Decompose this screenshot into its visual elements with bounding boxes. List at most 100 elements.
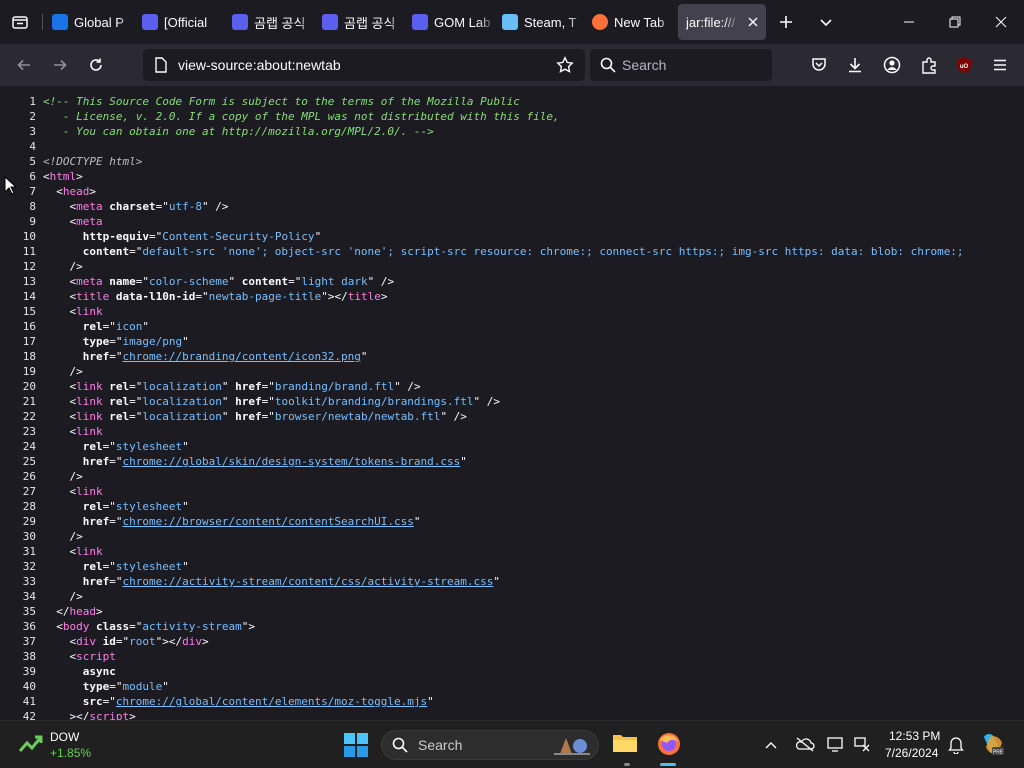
source-code: /> [43, 529, 82, 544]
tab-6[interactable]: Steam, T [502, 4, 586, 40]
line-number: 33 [22, 575, 36, 588]
display-icon[interactable] [827, 736, 845, 757]
new-tab-button[interactable] [774, 10, 798, 34]
forward-arrow-icon[interactable] [48, 53, 72, 77]
source-token [43, 455, 83, 468]
source-token: link [76, 395, 103, 408]
source-line: 27 <link [0, 484, 1024, 499]
source-code: <head> [43, 184, 96, 199]
minimize-button[interactable] [886, 0, 932, 44]
tab-7[interactable]: New Tab [592, 4, 676, 40]
tab-3[interactable]: 곰랩 공식 [232, 4, 316, 40]
line-number: 32 [22, 560, 36, 573]
back-arrow-icon[interactable] [12, 53, 36, 77]
notification-bell-icon[interactable] [948, 736, 964, 759]
pocket-icon[interactable] [807, 53, 831, 77]
source-view: 1 <!-- This Source Code Form is subject t… [0, 86, 1024, 720]
source-code: rel="icon" [43, 319, 149, 334]
source-token: data-l10n-id [115, 290, 196, 303]
windows-start-icon[interactable] [344, 733, 368, 762]
source-code: http-equiv="Content-Security-Policy" [43, 229, 321, 244]
tab-title: jar:file:/// [686, 14, 736, 30]
source-token: " [182, 500, 189, 513]
url-bar[interactable]: view-source:about:newtab [143, 49, 585, 81]
line-number: 41 [22, 695, 36, 708]
clock-time[interactable]: 12:53 PM [889, 729, 940, 743]
firefox-taskbar-icon[interactable] [656, 731, 682, 762]
tab-4[interactable]: 곰랩 공식 [322, 4, 406, 40]
source-token: meta [76, 200, 103, 213]
source-code: </head> [43, 604, 102, 619]
search-bar[interactable]: Search [590, 49, 772, 81]
source-token: stylesheet [115, 440, 183, 453]
tab-1[interactable]: Global P [52, 4, 136, 40]
source-line: 24 rel="stylesheet" [0, 439, 1024, 454]
source-token: " /> [440, 410, 467, 423]
source-token: utf-8 [168, 200, 202, 213]
source-code: <script [43, 649, 115, 664]
onedrive-offline-icon[interactable] [795, 736, 815, 757]
source-code: <link [43, 484, 102, 499]
source-line: 5 <!DOCTYPE html> [0, 154, 1024, 169]
source-line: 41 src="chrome://global/content/elements… [0, 694, 1024, 709]
firefox-view-icon[interactable] [8, 10, 32, 34]
line-number: 36 [22, 620, 36, 633]
account-icon[interactable] [880, 53, 904, 77]
source-link[interactable]: chrome://activity-stream/content/css/act… [123, 575, 494, 588]
menu-icon[interactable] [988, 53, 1012, 77]
source-code: rel="stylesheet" [43, 439, 189, 454]
source-token: " /> [367, 275, 395, 288]
source-link[interactable]: chrome://browser/content/contentSearchUI… [123, 515, 414, 528]
source-token: =" [261, 380, 275, 393]
stock-widget-icon[interactable] [18, 733, 44, 760]
source-link[interactable]: chrome://global/skin/design-system/token… [123, 455, 461, 468]
url-text[interactable]: view-source:about:newtab [178, 57, 341, 73]
line-number: 27 [22, 485, 36, 498]
network-status-icon[interactable] [853, 736, 871, 757]
list-all-tabs-button[interactable] [814, 10, 838, 34]
line-number: 39 [22, 665, 36, 678]
source-token: < [43, 410, 77, 423]
file-explorer-icon[interactable] [612, 732, 638, 759]
taskbar-search-input[interactable]: Search [418, 737, 462, 753]
source-code: <meta [43, 214, 102, 229]
show-hidden-icons-chevron-icon[interactable] [764, 738, 778, 756]
source-token: =" [109, 680, 123, 693]
search-input[interactable]: Search [622, 57, 666, 73]
restore-button[interactable] [932, 0, 978, 44]
source-link[interactable]: chrome://branding/content/icon32.png [123, 350, 361, 363]
line-number: 2 [29, 110, 36, 123]
copilot-pre-icon[interactable]: PRE [980, 731, 1006, 762]
extensions-icon[interactable] [917, 53, 941, 77]
clock-date[interactable]: 7/26/2024 [885, 746, 938, 760]
tab-8[interactable]: jar:file:/// [678, 4, 766, 40]
reload-icon[interactable] [84, 53, 108, 77]
tab-title: New Tab [614, 14, 665, 30]
tab-5[interactable]: GOM Lab [412, 4, 496, 40]
source-token: < [43, 185, 63, 198]
line-number: 3 [29, 125, 36, 138]
source-token: class [96, 620, 130, 633]
download-icon[interactable] [843, 53, 867, 77]
source-code: <title data-l10n-id="newtab-page-title">… [43, 289, 387, 304]
taskbar-search[interactable]: Search [381, 730, 599, 760]
source-token: =" [102, 695, 116, 708]
source-code: <link [43, 544, 102, 559]
ublock-origin-icon[interactable]: uO [952, 53, 976, 77]
close-window-button[interactable] [978, 0, 1024, 44]
source-token: title [76, 290, 110, 303]
close-tab-icon[interactable] [748, 15, 758, 30]
source-token: "></ [155, 635, 183, 648]
tab-2[interactable]: [Official [142, 4, 226, 40]
bookmark-star-icon[interactable] [553, 53, 577, 77]
source-line: 18 href="chrome://branding/content/icon3… [0, 349, 1024, 364]
gomlab-icon [412, 14, 428, 30]
stock-name[interactable]: DOW [50, 730, 79, 744]
source-line: 23 <link [0, 424, 1024, 439]
source-link[interactable]: chrome://global/content/elements/moz-tog… [116, 695, 427, 708]
line-number: 26 [22, 470, 36, 483]
source-token: < [43, 485, 77, 498]
source-token: < [43, 305, 77, 318]
line-number: 1 [29, 95, 36, 108]
source-code: /> [43, 589, 82, 604]
